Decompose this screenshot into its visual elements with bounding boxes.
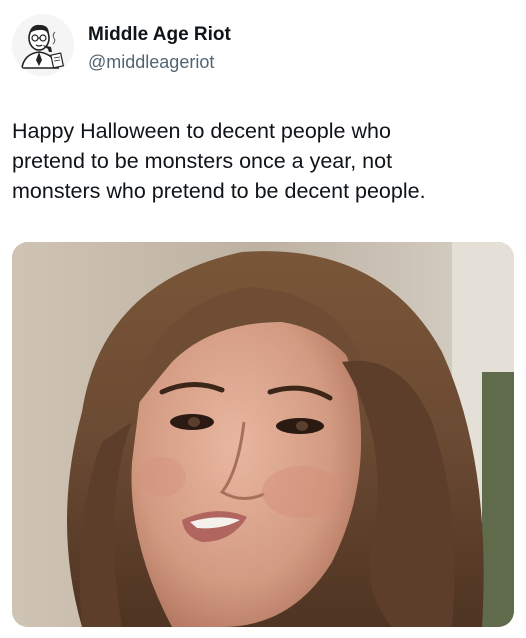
tweet-text-line: Happy Halloween to decent people who	[12, 119, 391, 143]
tweet-text-line: monsters who pretend to be decent people…	[12, 179, 426, 203]
vintage-man-cartoon-avatar-icon	[12, 14, 74, 76]
tweet-text: Happy Halloween to decent people who pre…	[12, 116, 512, 206]
author-display-name[interactable]: Middle Age Riot	[88, 23, 231, 47]
author-avatar[interactable]	[12, 14, 74, 76]
tweet-media-image[interactable]	[12, 242, 514, 627]
portrait-photo	[12, 242, 514, 627]
tweet-text-line: pretend to be monsters once a year, not	[12, 149, 393, 173]
author-handle[interactable]: @middleageriot	[88, 50, 214, 74]
tweet-header: Middle Age Riot @middleageriot	[12, 14, 512, 78]
